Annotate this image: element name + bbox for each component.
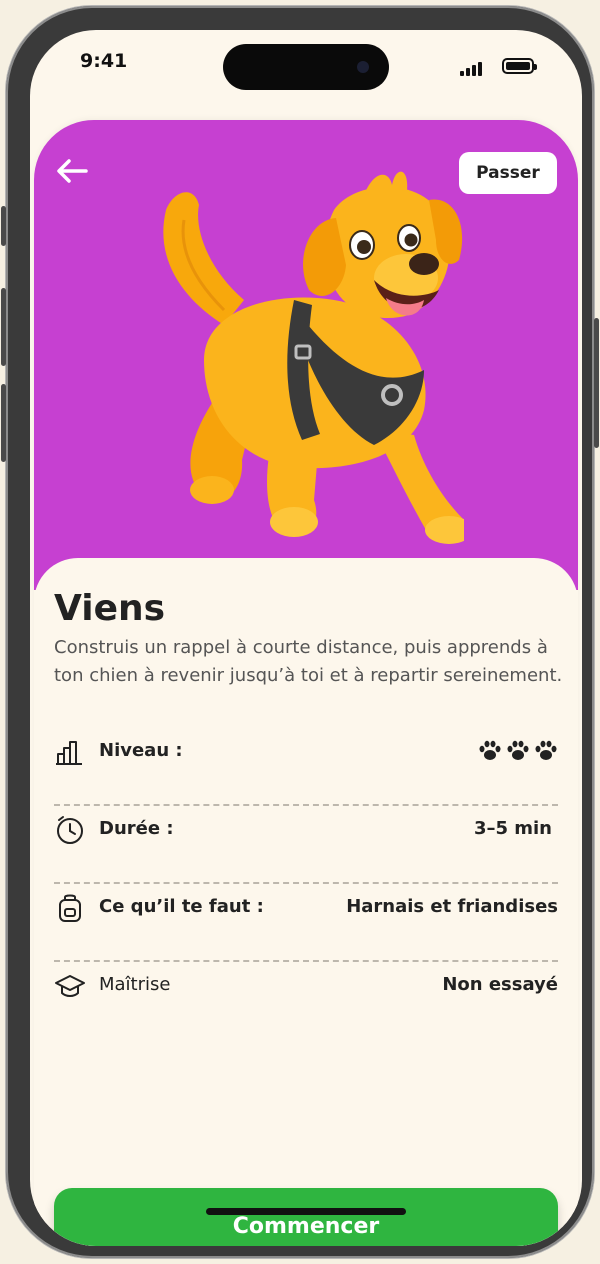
volume-up-button	[1, 288, 6, 366]
paw-icon	[535, 740, 557, 760]
needs-row: Ce qu’il te faut : Harnais et friandises	[54, 878, 558, 938]
duration-row: Durée : 3–5 min	[54, 800, 558, 860]
needs-label: Ce qu’il te faut :	[99, 896, 264, 917]
graduation-cap-icon	[55, 975, 85, 997]
level-paws	[478, 740, 558, 762]
skip-button[interactable]: Passer	[459, 152, 557, 194]
level-label: Niveau :	[99, 740, 183, 761]
details-sheet: Viens Construis un rappel à courte dista…	[34, 558, 578, 1246]
back-arrow-icon[interactable]	[54, 156, 90, 186]
status-time: 9:41	[80, 50, 128, 72]
backpack-icon	[59, 894, 81, 922]
status-bar: 9:41	[30, 30, 582, 120]
volume-down-button	[1, 384, 6, 462]
timer-icon	[57, 816, 83, 844]
mastery-label: Maîtrise	[99, 974, 171, 995]
signal-icon	[460, 62, 482, 76]
activity-title: Viens	[54, 588, 166, 629]
dog-illustration	[163, 171, 464, 544]
duration-value: 3–5 min	[473, 818, 552, 839]
phone-frame: 9:41 Passer Viens Construis un rappel à …	[1, 6, 599, 1258]
home-indicator[interactable]	[206, 1208, 406, 1215]
battery-icon	[502, 58, 537, 74]
mastery-value: Non essayé	[442, 974, 558, 995]
activity-description: Construis un rappel à courte distance, p…	[54, 637, 563, 686]
level-row: Niveau :	[54, 722, 558, 782]
screen: 9:41 Passer Viens Construis un rappel à …	[30, 30, 582, 1246]
level-bars-icon	[56, 741, 82, 765]
activity-card: Passer Viens Construis un rappel à court…	[34, 120, 578, 1246]
duration-label: Durée :	[99, 818, 174, 839]
hero-banner: Passer	[34, 120, 578, 590]
start-button[interactable]: Commencer	[54, 1188, 558, 1246]
dynamic-island	[223, 44, 389, 90]
power-button	[594, 318, 599, 448]
needs-value: Harnais et friandises	[346, 896, 558, 917]
paw-icon	[507, 740, 529, 760]
paw-icon	[479, 740, 501, 760]
mastery-row: Maîtrise Non essayé	[54, 956, 558, 1016]
mute-switch	[1, 206, 6, 246]
